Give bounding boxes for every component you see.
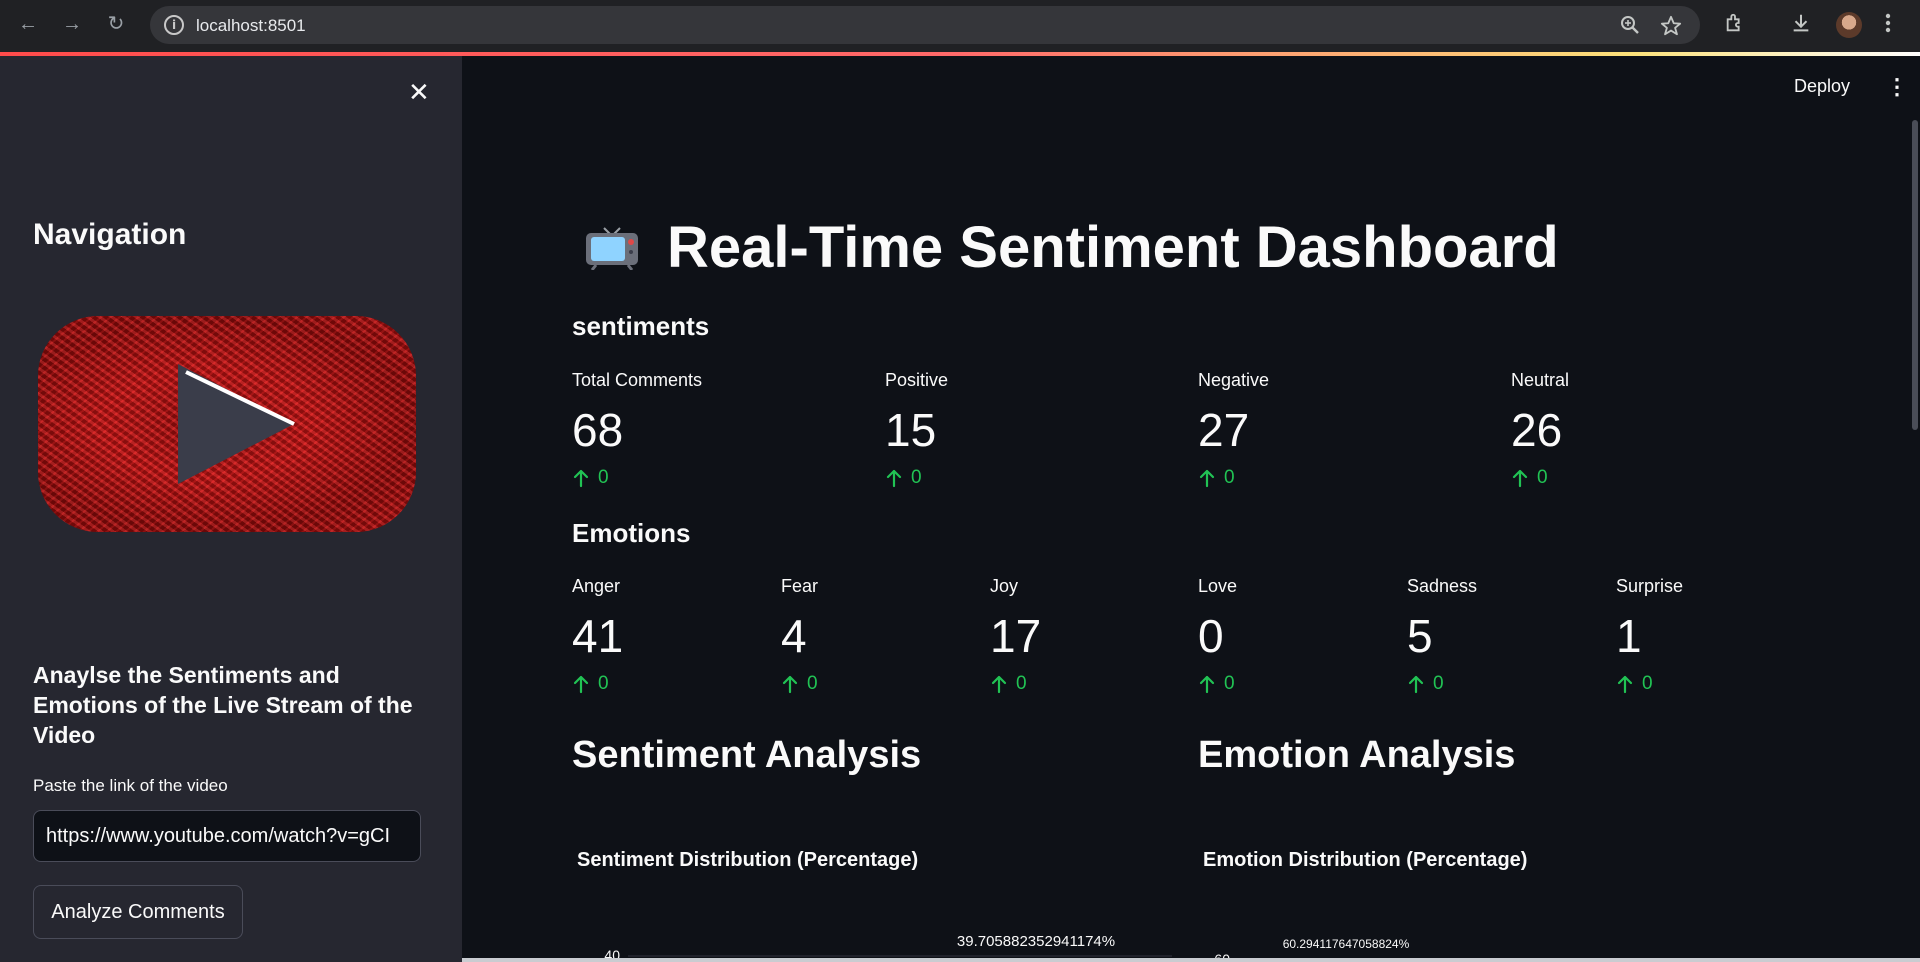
site-info-icon[interactable]: i <box>164 15 184 35</box>
metric-positive: Positive 15 0 <box>885 370 948 489</box>
emotion-bar-chart: 60 60.294117647058824% <box>1214 937 1798 962</box>
sentiments-heading: sentiments <box>572 311 710 341</box>
arrow-up-icon <box>1199 469 1215 488</box>
arrow-up-icon <box>573 675 589 694</box>
arrow-up-icon <box>573 469 589 488</box>
metric-value: 41 <box>572 610 624 662</box>
metric-delta-value: 0 <box>807 673 818 694</box>
metric-fear: Fear 4 0 <box>781 576 818 695</box>
scrollbar-thumb[interactable] <box>1912 120 1918 430</box>
metric-value: 15 <box>885 404 937 456</box>
forward-icon[interactable]: → <box>60 12 84 36</box>
metric-anger: Anger 41 0 <box>572 576 623 695</box>
emotion-chart-title: Emotion Distribution (Percentage) <box>1203 849 1528 871</box>
metric-value: 5 <box>1407 610 1433 662</box>
arrow-up-icon <box>1408 675 1424 694</box>
metric-label: Surprise <box>1616 576 1684 596</box>
metric-label: Sadness <box>1407 576 1478 596</box>
arrow-up-icon <box>782 675 798 694</box>
arrow-up-icon <box>991 675 1007 694</box>
metric-neutral: Neutral 26 0 <box>1511 370 1569 489</box>
metric-value: 68 <box>572 404 624 456</box>
metric-label: Total Comments <box>572 370 703 390</box>
sentiment-chart-title: Sentiment Distribution (Percentage) <box>577 849 919 871</box>
analyze-comments-button[interactable]: Analyze Comments <box>33 885 243 939</box>
address-bar[interactable]: i localhost:8501 <box>150 6 1700 44</box>
metric-delta: 0 <box>1407 673 1477 695</box>
metric-delta-value: 0 <box>598 467 609 488</box>
metric-delta: 0 <box>1198 673 1237 695</box>
metric-delta-value: 0 <box>598 673 609 694</box>
metric-surprise: Surprise 1 0 <box>1616 576 1683 695</box>
sidebar-title: Navigation <box>33 218 187 251</box>
app-menu-icon[interactable]: ⋮ <box>1886 74 1908 100</box>
download-icon[interactable] <box>1790 12 1812 40</box>
metric-label: Joy <box>990 576 1019 596</box>
deploy-button[interactable]: Deploy <box>1794 76 1850 97</box>
emotion-analysis-heading: Emotion Analysis <box>1198 734 1516 776</box>
bookmark-star-icon[interactable] <box>1660 15 1682 43</box>
sentiment-bar-chart: 40 39.705882352941174% <box>604 933 1172 962</box>
sentiment-analysis-heading: Sentiment Analysis <box>572 734 922 776</box>
metric-value: 27 <box>1198 404 1250 456</box>
video-link-label: Paste the link of the video <box>33 776 228 795</box>
metric-sadness: Sadness 5 0 <box>1407 576 1477 695</box>
youtube-logo-image <box>38 316 416 532</box>
metric-delta-value: 0 <box>911 467 922 488</box>
metric-delta: 0 <box>572 673 623 695</box>
emotions-heading: Emotions <box>572 518 691 548</box>
browser-toolbar: ← → ↻ i localhost:8501 <box>0 0 1920 52</box>
metric-delta: 0 <box>781 673 818 695</box>
page-title: Real-Time Sentiment Dashboard <box>667 215 1559 280</box>
metric-joy: Joy 17 0 <box>990 576 1041 695</box>
metric-total-comments: Total Comments 68 0 <box>572 370 702 489</box>
emotion-bar-data-label: 60.294117647058824% <box>1283 937 1410 951</box>
url-text[interactable]: localhost:8501 <box>196 16 306 36</box>
metric-label: Negative <box>1198 370 1270 390</box>
metric-label: Positive <box>885 370 949 390</box>
arrow-up-icon <box>1512 469 1528 488</box>
horizontal-scrollbar[interactable] <box>462 958 1920 962</box>
metric-delta: 0 <box>572 467 702 489</box>
metric-value: 4 <box>781 610 807 662</box>
metric-delta-value: 0 <box>1016 673 1027 694</box>
extensions-icon[interactable] <box>1724 12 1746 40</box>
browser-menu-icon[interactable] <box>1884 12 1892 40</box>
metric-love: Love 0 0 <box>1198 576 1237 695</box>
zoom-icon[interactable] <box>1620 15 1640 41</box>
reload-icon[interactable]: ↻ <box>104 12 128 36</box>
metric-delta-value: 0 <box>1433 673 1444 694</box>
video-link-input[interactable]: https://www.youtube.com/watch?v=gCI <box>33 810 421 862</box>
profile-avatar[interactable] <box>1836 12 1862 38</box>
metric-delta: 0 <box>990 673 1041 695</box>
arrow-up-icon <box>1617 675 1633 694</box>
metric-delta-value: 0 <box>1537 467 1548 488</box>
metric-negative: Negative 27 0 <box>1198 370 1269 489</box>
metric-value: 17 <box>990 610 1042 662</box>
close-sidebar-icon[interactable]: ✕ <box>408 78 430 108</box>
metric-delta: 0 <box>1511 467 1569 489</box>
metric-label: Fear <box>781 576 819 596</box>
metric-delta: 0 <box>1198 467 1269 489</box>
metric-delta-value: 0 <box>1224 673 1235 694</box>
metric-value: 1 <box>1616 610 1642 662</box>
television-icon <box>586 227 638 270</box>
sentiment-bar-data-label: 39.705882352941174% <box>957 933 1115 950</box>
metric-delta-value: 0 <box>1642 673 1653 694</box>
arrow-up-icon <box>886 469 902 488</box>
sidebar: ✕ Navigation Anaylse the Sentiments and … <box>0 56 462 962</box>
arrow-up-icon <box>1199 675 1215 694</box>
metric-delta: 0 <box>1616 673 1683 695</box>
metric-label: Neutral <box>1511 370 1570 390</box>
metric-value: 0 <box>1198 610 1224 662</box>
back-icon[interactable]: ← <box>16 12 40 36</box>
metric-label: Anger <box>572 576 621 596</box>
main-content: Deploy ⋮ Real-Time Sentiment Dashboard s… <box>462 56 1920 962</box>
metric-label: Love <box>1198 576 1238 596</box>
metric-delta-value: 0 <box>1224 467 1235 488</box>
sidebar-heading: Anaylse the Sentiments and Emotions of t… <box>33 662 413 748</box>
metric-delta: 0 <box>885 467 948 489</box>
metric-value: 26 <box>1511 404 1563 456</box>
